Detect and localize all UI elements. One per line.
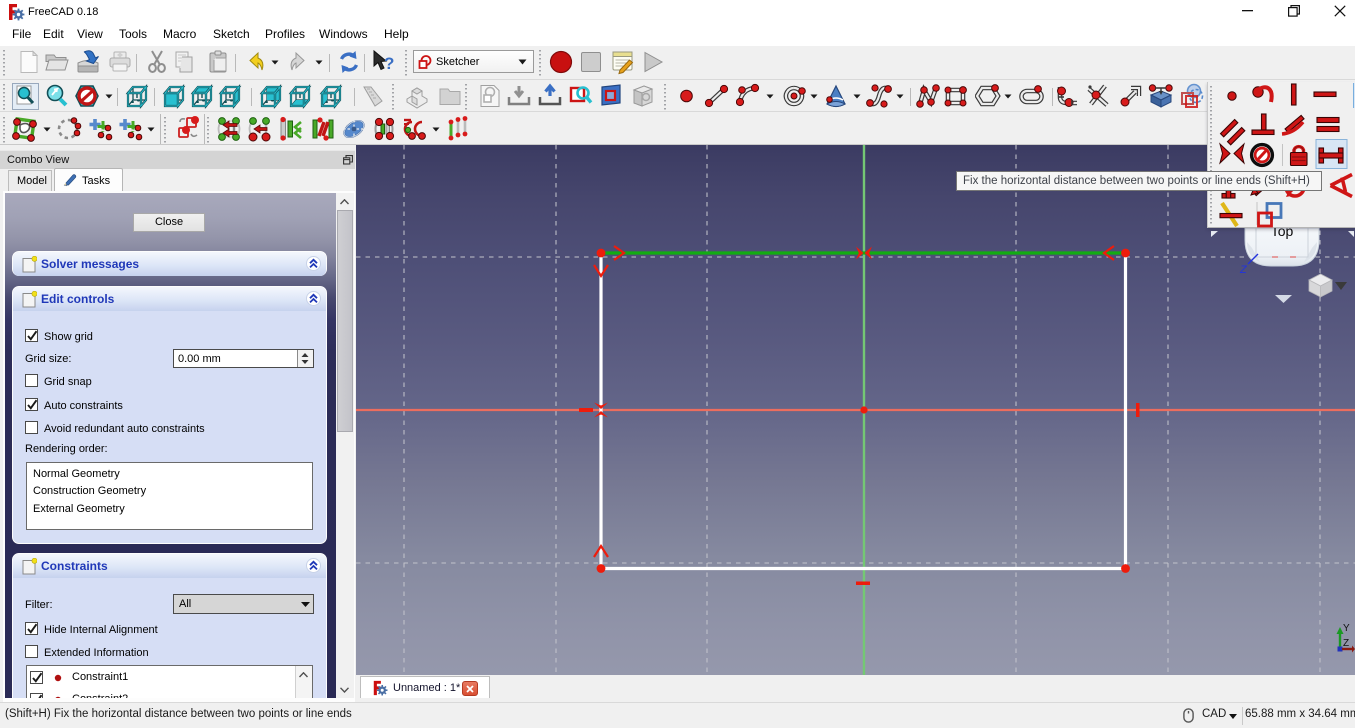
svg-text:Y: Y [1343, 623, 1350, 634]
svg-text:?: ? [384, 54, 394, 73]
svg-text:Z: Z [1239, 264, 1248, 276]
svg-text:Z: Z [1343, 638, 1349, 649]
